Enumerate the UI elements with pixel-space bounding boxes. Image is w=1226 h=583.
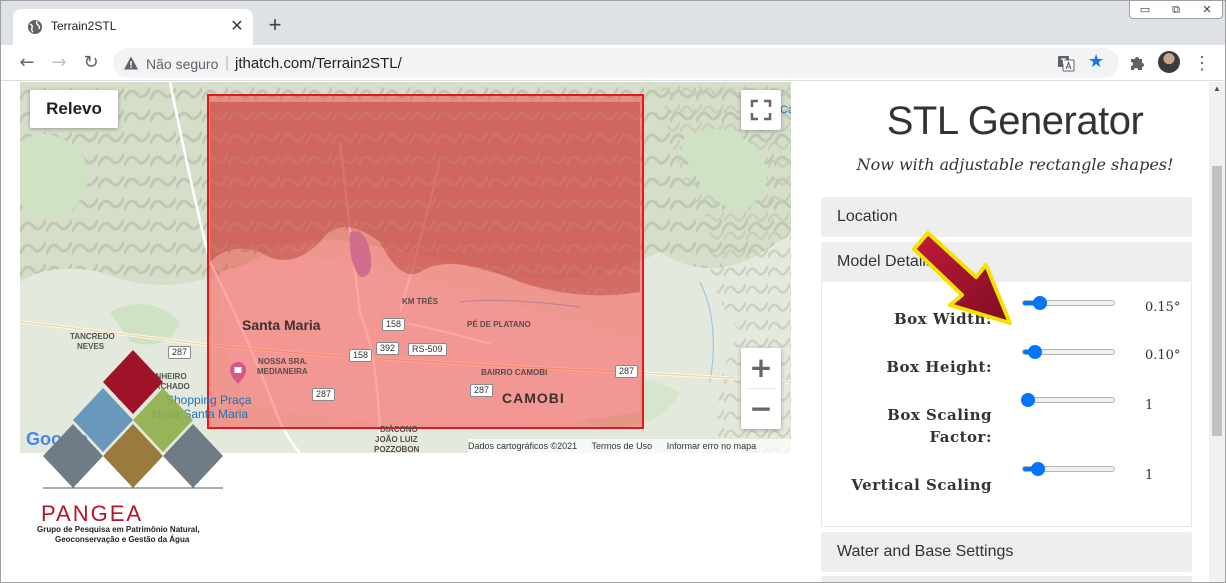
close-window-button[interactable]: ✕	[1192, 1, 1222, 18]
page-title: STL Generator	[886, 99, 1144, 143]
zoom-control: + −	[741, 348, 781, 429]
box-scaling-slider[interactable]	[1020, 393, 1115, 407]
url-separator: |	[225, 54, 230, 71]
road-shield-rs-509: RS-509	[408, 343, 447, 356]
pangea-subtitle-2: Geoconservação e Gestão da Água	[55, 535, 190, 544]
reload-button[interactable]: ↻	[77, 49, 105, 77]
report-error-link[interactable]: Informar erro no mapa	[667, 441, 757, 451]
map-label-diacono: DIÁCONO	[380, 425, 418, 434]
address-bar[interactable]: Não seguro | jthatch.com/Terrain2STL/ ★	[113, 48, 1119, 78]
selection-rectangle[interactable]	[207, 94, 644, 429]
browser-menu-icon[interactable]: ⋮	[1193, 51, 1211, 75]
page-subtitle: Now with adjustable rectangle shapes!	[856, 155, 1174, 174]
box-scaling-label-1: Box Scaling	[887, 406, 992, 424]
vertical-scaling-slider[interactable]	[1022, 462, 1115, 476]
box-height-slider[interactable]	[1022, 345, 1115, 359]
url-text[interactable]: jthatch.com/Terrain2STL/	[235, 55, 402, 72]
map-label-tancredo: TANCREDO	[70, 332, 115, 341]
tab-strip: Terrain2STL ✕ + ▭ ⧉ ✕	[1, 1, 1225, 45]
map-label-joao-luiz: JOÃO LUIZ	[375, 435, 418, 444]
globe-icon	[28, 20, 42, 34]
profile-avatar[interactable]	[1158, 51, 1180, 73]
box-width-value: 0.15°	[1145, 300, 1181, 315]
slider-thumb[interactable]	[1020, 393, 1035, 407]
slider-thumb[interactable]	[1027, 345, 1042, 359]
browser-toolbar: ← → ↻ Não seguro | jthatch.com/Terrain2S…	[1, 45, 1225, 81]
map-label-ca: Ca	[780, 104, 791, 116]
map-label-santa-maria: Santa Maria	[242, 317, 321, 333]
road-shield-287: 287	[470, 384, 494, 397]
vertical-scaling-label: Vertical Scaling	[851, 476, 992, 494]
box-scaling-label-2: Factor:	[929, 428, 992, 446]
relevo-button[interactable]: Relevo	[30, 90, 118, 128]
tab-terrain2stl[interactable]: Terrain2STL ✕	[13, 9, 253, 45]
fullscreen-button[interactable]	[741, 90, 781, 130]
road-shield-287: 287	[615, 365, 639, 378]
box-height-value: 0.10°	[1145, 348, 1181, 363]
map-label-medianeira: MEDIANEIRA	[257, 367, 308, 376]
road-shield-158: 158	[382, 318, 406, 331]
scrollbar-thumb[interactable]	[1212, 166, 1222, 436]
box-height-label: Box Height:	[886, 358, 992, 376]
zoom-out-button[interactable]: −	[741, 389, 781, 429]
new-tab-button[interactable]: +	[263, 14, 287, 38]
map-footer: Dados cartográficos ©2021 Termos de Uso …	[468, 439, 791, 453]
back-button[interactable]: ←	[13, 49, 41, 77]
map-label-pe-de-platano: PÉ DE PLATANO	[467, 320, 531, 329]
page-scrollbar[interactable]: ▲	[1209, 82, 1225, 582]
slider-thumb[interactable]	[1033, 296, 1048, 310]
box-scaling-value: 1	[1145, 398, 1154, 413]
road-shield-392: 392	[376, 342, 400, 355]
map-data-credit: Dados cartográficos ©2021	[468, 441, 578, 451]
vertical-scaling-value: 1	[1145, 468, 1154, 483]
slider-thumb[interactable]	[1031, 462, 1046, 476]
zoom-in-button[interactable]: +	[741, 348, 781, 388]
scroll-up-arrow-icon[interactable]: ▲	[1209, 82, 1225, 96]
browser-window: Terrain2STL ✕ + ▭ ⧉ ✕ ← → ↻ Não seguro |…	[0, 0, 1226, 583]
section-water-base[interactable]: Water and Base Settings	[821, 532, 1192, 572]
minimize-button[interactable]: ▭	[1130, 1, 1160, 18]
security-label[interactable]: Não seguro	[146, 56, 218, 72]
road-shield-287: 287	[312, 388, 336, 401]
restore-button[interactable]: ⧉	[1161, 1, 1191, 18]
window-controls: ▭ ⧉ ✕	[1129, 1, 1223, 19]
tab-title: Terrain2STL	[51, 19, 117, 33]
map-label-nossa-sra: NOSSA SRA.	[258, 357, 308, 366]
tab-close-icon[interactable]: ✕	[227, 17, 247, 37]
map-label-camobi: CAMOBI	[502, 390, 565, 406]
map-label-pozzobon: POZZOBON	[374, 445, 420, 453]
extensions-puzzle-icon[interactable]	[1127, 53, 1147, 73]
next-section-edge	[821, 576, 1192, 582]
map-label-bairro-camobi: BAIRRO CAMOBI	[481, 368, 548, 377]
pangea-subtitle-1: Grupo de Pesquisa em Patrimônio Natural,	[37, 525, 200, 534]
bookmark-star-icon[interactable]: ★	[1088, 51, 1104, 72]
forward-button[interactable]: →	[45, 49, 73, 77]
annotation-arrow-icon	[912, 231, 1012, 325]
road-shield-158: 158	[349, 349, 373, 362]
translate-icon[interactable]	[1057, 54, 1075, 72]
pangea-logo-name: PANGEA	[41, 501, 144, 526]
box-width-slider[interactable]	[1022, 296, 1115, 310]
page-viewport: Santa Maria CAMOBI KM TRÊS PÉ DE PLATANO…	[1, 82, 1225, 582]
warning-icon[interactable]	[123, 55, 139, 71]
terms-link[interactable]: Termos de Uso	[592, 441, 653, 451]
fullscreen-icon	[750, 99, 772, 121]
map-label-km-tres: KM TRÊS	[402, 297, 438, 306]
